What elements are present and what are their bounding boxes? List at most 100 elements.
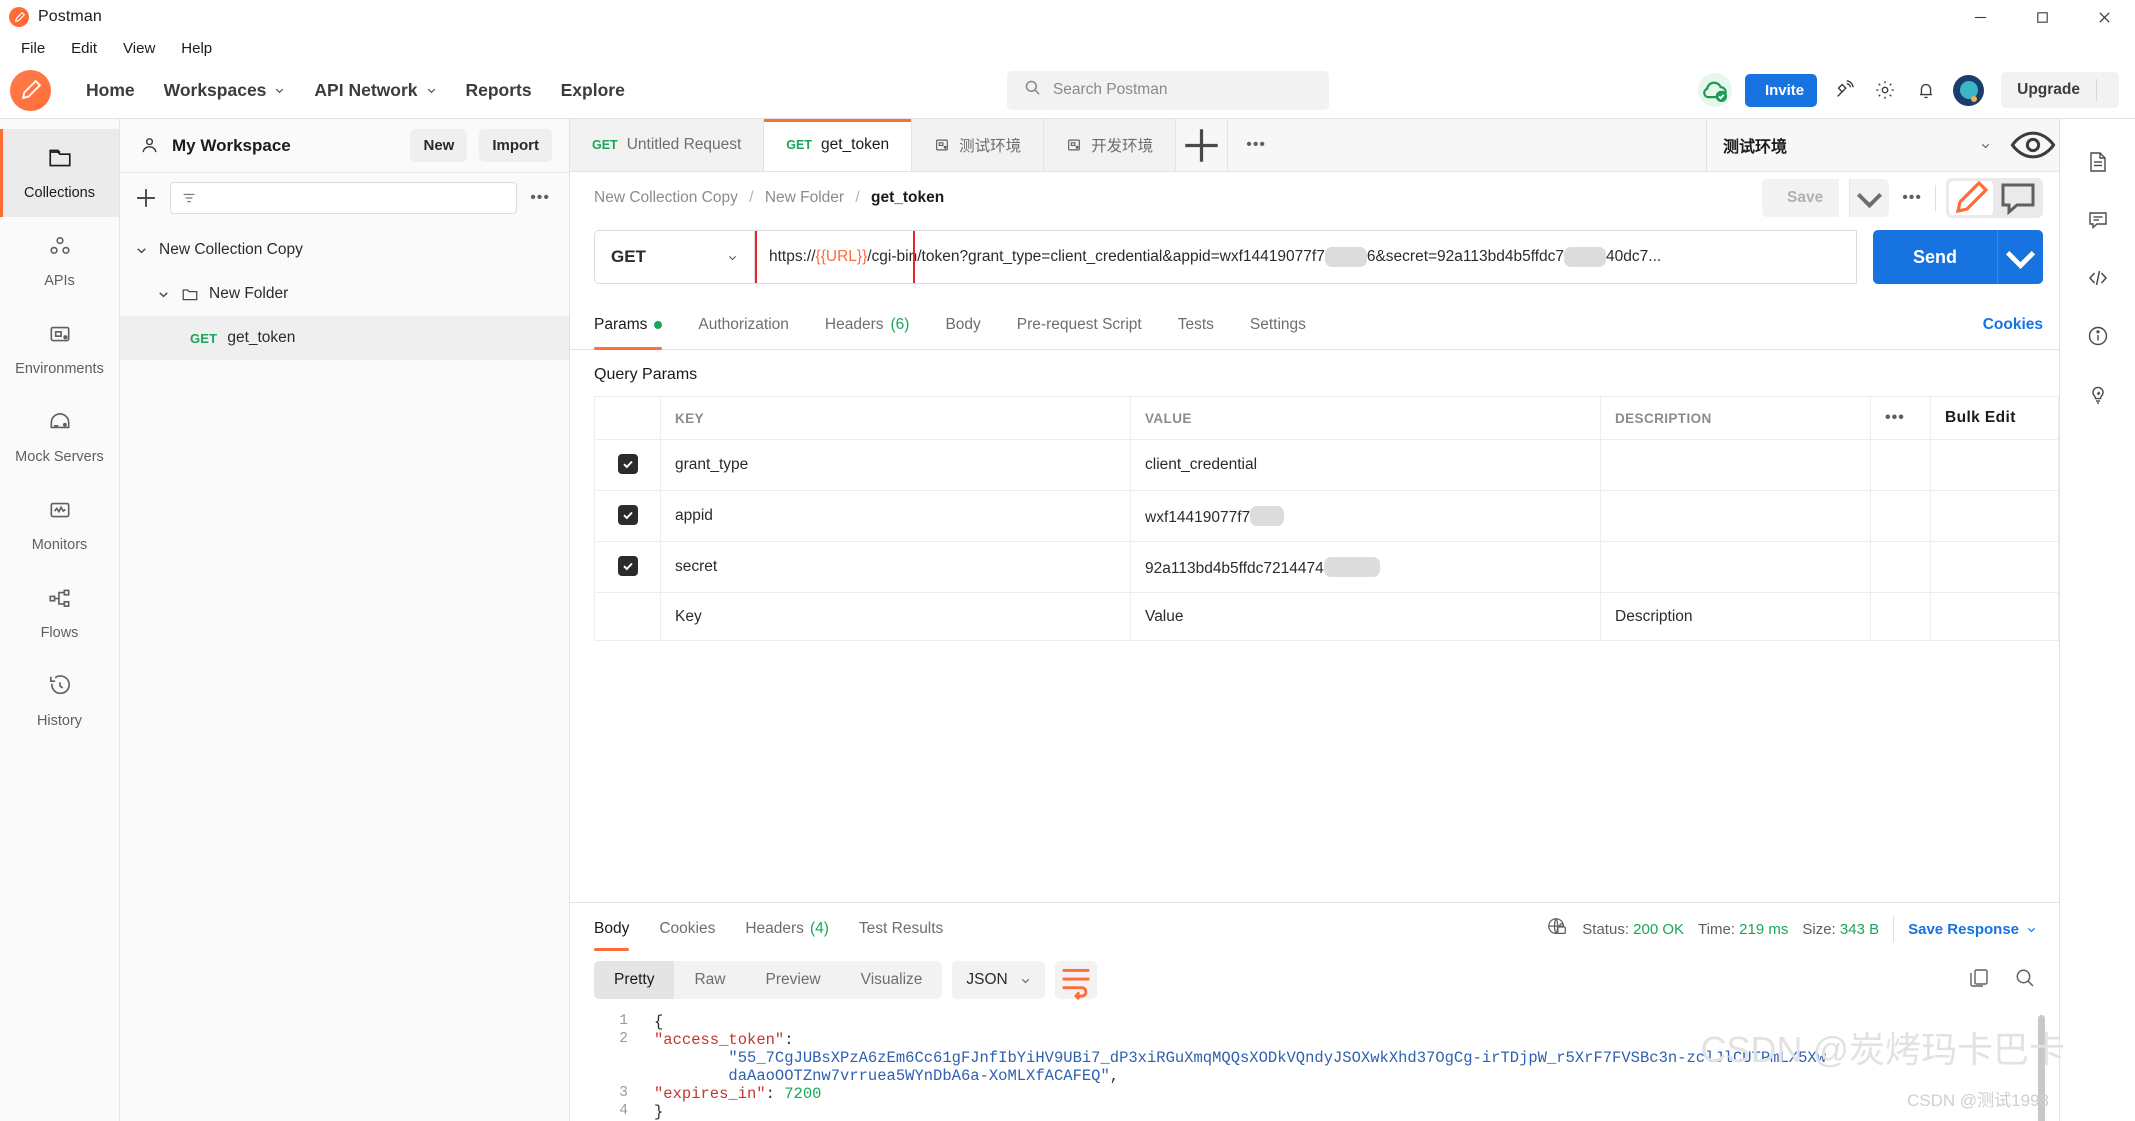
edit-mode-button[interactable] — [1949, 180, 1993, 215]
breadcrumb-collection[interactable]: New Collection Copy — [594, 189, 738, 206]
comment-mode-button[interactable] — [1996, 181, 2040, 216]
param-key[interactable]: appid — [660, 490, 1131, 542]
menu-view[interactable]: View — [112, 37, 166, 60]
new-button[interactable]: New — [410, 129, 468, 162]
sidebar-item-environments[interactable]: Environments — [0, 305, 119, 393]
param-key[interactable]: secret — [660, 541, 1131, 593]
tab-tests[interactable]: Tests — [1160, 300, 1232, 350]
breadcrumb-folder[interactable]: New Folder — [765, 189, 844, 206]
tab-authorization[interactable]: Authorization — [680, 300, 806, 350]
invite-button[interactable]: Invite — [1744, 73, 1818, 110]
bell-icon[interactable] — [1912, 76, 1940, 104]
send-button[interactable]: Send — [1873, 230, 1997, 284]
postman-home-logo-icon[interactable] — [10, 69, 51, 111]
sidebar-item-mock-servers[interactable]: Mock Servers — [0, 393, 119, 481]
copy-icon[interactable] — [1967, 966, 1991, 995]
cookies-link[interactable]: Cookies — [1983, 316, 2043, 334]
code-icon[interactable] — [2060, 249, 2135, 307]
param-description[interactable] — [1600, 541, 1871, 593]
row-checkbox[interactable] — [617, 505, 638, 525]
nav-reports[interactable]: Reports — [453, 72, 545, 109]
response-tab-cookies[interactable]: Cookies — [644, 903, 730, 955]
http-method-select[interactable]: GET — [594, 230, 754, 284]
nav-api-network[interactable]: API Network — [301, 72, 449, 109]
view-mode-raw[interactable]: Raw — [674, 961, 745, 999]
response-tab-headers[interactable]: Headers (4) — [730, 903, 844, 955]
upgrade-button[interactable]: Upgrade — [2001, 72, 2119, 108]
close-button[interactable] — [2073, 0, 2135, 34]
documentation-icon[interactable] — [2060, 133, 2135, 191]
table-more-icon[interactable]: ••• — [1885, 409, 1905, 426]
search-icon[interactable] — [2013, 966, 2037, 995]
menu-help[interactable]: Help — [170, 37, 223, 60]
tab-more-icon[interactable]: ••• — [1228, 119, 1284, 171]
add-collection-button[interactable] — [132, 184, 160, 212]
comment-icon[interactable] — [2060, 191, 2135, 249]
view-mode-pretty[interactable]: Pretty — [594, 961, 675, 999]
info-icon[interactable] — [2060, 307, 2135, 365]
tree-item-request[interactable]: GET get_token — [120, 316, 569, 360]
minimize-button[interactable] — [1949, 0, 2011, 34]
gear-icon[interactable] — [1871, 76, 1899, 104]
environment-selector[interactable]: 测试环境 — [1707, 119, 2007, 171]
response-body-code[interactable]: 1{ 2 "access_token": "55_7CgJUBsXPzA6zEm6… — [570, 1005, 2059, 1121]
menu-edit[interactable]: Edit — [60, 37, 108, 60]
maximize-button[interactable] — [2011, 0, 2073, 34]
wrap-lines-button[interactable] — [1054, 961, 1097, 1001]
param-key[interactable]: grant_type — [660, 439, 1131, 491]
tree-item-folder[interactable]: New Folder — [120, 272, 569, 316]
new-tab-button[interactable] — [1176, 119, 1229, 171]
sync-status-icon[interactable] — [1697, 73, 1732, 107]
param-description[interactable] — [1600, 439, 1871, 491]
sidebar-item-flows[interactable]: Flows — [0, 569, 119, 657]
chevron-down-icon[interactable] — [134, 243, 149, 258]
search-input[interactable]: Search Postman — [1006, 70, 1329, 110]
chevron-down-icon[interactable] — [1980, 140, 1991, 151]
url-input[interactable]: https://{{URL}}/cgi-bin/token?grant_type… — [754, 230, 1857, 284]
tab-params[interactable]: Params — [594, 300, 680, 350]
environment-quick-look-icon[interactable] — [2007, 119, 2059, 171]
avatar[interactable] — [1953, 74, 1985, 106]
tab-get-token[interactable]: GET get_token — [764, 119, 913, 171]
response-tab-test-results[interactable]: Test Results — [844, 903, 958, 955]
new-param-key-input[interactable]: Key — [660, 592, 1131, 641]
save-button[interactable]: Save — [1761, 179, 1840, 220]
sidebar-item-history[interactable]: History — [0, 657, 119, 745]
menu-file[interactable]: File — [10, 37, 56, 60]
view-mode-visualize[interactable]: Visualize — [841, 961, 943, 999]
satellite-icon[interactable] — [1830, 76, 1858, 104]
lightbulb-icon[interactable] — [2060, 365, 2135, 423]
tab-headers[interactable]: Headers (6) — [807, 300, 928, 350]
row-checkbox[interactable] — [617, 556, 638, 576]
param-description[interactable] — [1600, 490, 1871, 542]
sidebar-item-collections[interactable]: Collections — [0, 129, 119, 217]
tab-body[interactable]: Body — [927, 300, 998, 350]
tree-item-collection[interactable]: New Collection Copy — [120, 228, 569, 272]
tab-test-environment[interactable]: 测试环境 — [912, 119, 1045, 171]
new-param-description-input[interactable]: Description — [1600, 592, 1871, 641]
request-more-icon[interactable]: ••• — [1899, 189, 1925, 207]
response-scrollbar[interactable] — [2038, 1015, 2045, 1121]
sidebar-item-apis[interactable]: APIs — [0, 217, 119, 305]
bulk-edit-button[interactable]: Bulk Edit — [1945, 409, 2016, 426]
chevron-down-icon[interactable] — [156, 287, 171, 302]
sidebar-item-monitors[interactable]: Monitors — [0, 481, 119, 569]
save-response-button[interactable]: Save Response — [1908, 921, 2037, 938]
row-checkbox[interactable] — [617, 454, 638, 474]
tab-settings[interactable]: Settings — [1232, 300, 1324, 350]
tab-untitled-request[interactable]: GET Untitled Request — [570, 119, 765, 171]
nav-home[interactable]: Home — [73, 72, 148, 109]
new-param-value-input[interactable]: Value — [1130, 592, 1601, 641]
param-value[interactable]: client_credential — [1130, 439, 1601, 491]
tab-dev-environment[interactable]: 开发环境 — [1044, 119, 1177, 171]
nav-explore[interactable]: Explore — [548, 72, 638, 109]
save-options-button[interactable] — [1849, 179, 1890, 217]
sidebar-more-icon[interactable]: ••• — [527, 189, 553, 207]
nav-workspaces[interactable]: Workspaces — [151, 72, 299, 109]
response-tab-body[interactable]: Body — [594, 903, 644, 955]
import-button[interactable]: Import — [479, 129, 552, 162]
tab-pre-request-script[interactable]: Pre-request Script — [999, 300, 1160, 350]
response-format-select[interactable]: JSON — [952, 961, 1045, 999]
send-options-button[interactable] — [1997, 230, 2043, 284]
view-mode-preview[interactable]: Preview — [746, 961, 841, 999]
